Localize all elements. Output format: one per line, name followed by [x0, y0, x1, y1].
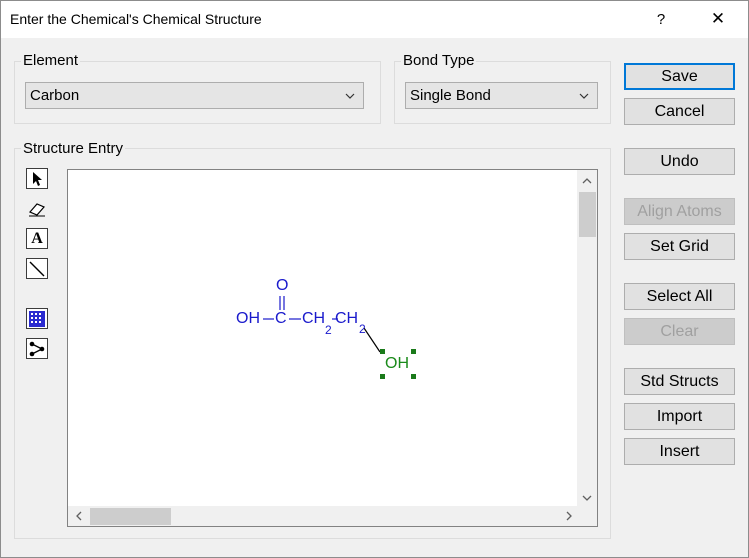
save-button[interactable]: Save: [624, 63, 735, 90]
atom-carbon[interactable]: C: [275, 310, 287, 328]
atom-carbonyl-o[interactable]: O: [276, 277, 288, 295]
clear-button[interactable]: Clear: [624, 318, 735, 345]
bond-lines: [263, 296, 381, 353]
atom-oh-right-selected[interactable]: OH: [385, 355, 409, 373]
scroll-up-icon[interactable]: [577, 170, 597, 190]
selection-handle[interactable]: [411, 349, 416, 354]
structure-entry-label: Structure Entry: [21, 140, 126, 157]
window-title: Enter the Chemical's Chemical Structure: [10, 11, 262, 27]
atom-ch-b-subscript: 2: [359, 322, 366, 336]
grid-tool[interactable]: [26, 308, 48, 329]
select-all-button[interactable]: Select All: [624, 283, 735, 310]
close-button[interactable]: ✕: [695, 0, 741, 38]
bond-type-select-value: Single Bond: [410, 87, 491, 104]
element-group-label: Element: [21, 52, 81, 69]
bond-type-group-label: Bond Type: [401, 52, 477, 69]
atom-ch-a-subscript: 2: [325, 323, 332, 337]
atom-ch-a[interactable]: CH: [302, 310, 325, 328]
selection-handle[interactable]: [380, 374, 385, 379]
structure-canvas[interactable]: OH O C CH 2 CH 2 OH: [67, 169, 598, 527]
vertical-scrollbar[interactable]: [577, 170, 597, 508]
link-tool[interactable]: [26, 338, 48, 359]
scroll-down-icon[interactable]: [577, 488, 597, 508]
chevron-down-icon: [579, 93, 589, 99]
undo-button[interactable]: Undo: [624, 148, 735, 175]
element-select-value: Carbon: [30, 87, 80, 104]
eraser-icon: [29, 202, 45, 216]
scroll-right-icon[interactable]: [559, 506, 579, 526]
cancel-button[interactable]: Cancel: [624, 98, 735, 125]
text-tool[interactable]: A: [26, 228, 48, 249]
vertical-scroll-thumb[interactable]: [579, 192, 596, 237]
scroll-left-icon[interactable]: [68, 506, 88, 526]
atom-ch-b[interactable]: CH: [335, 310, 358, 328]
pointer-tool[interactable]: [26, 168, 48, 189]
pointer-arrow-icon: [33, 171, 42, 186]
std-structs-button[interactable]: Std Structs: [624, 368, 735, 395]
atom-oh-left[interactable]: OH: [236, 310, 260, 328]
horizontal-scroll-thumb[interactable]: [90, 508, 171, 525]
bond-line-icon: [29, 261, 45, 276]
text-a-icon: A: [31, 229, 43, 247]
bond-tool[interactable]: [26, 258, 48, 279]
element-select[interactable]: Carbon: [25, 82, 364, 109]
insert-button[interactable]: Insert: [624, 438, 735, 465]
scrollbar-corner: [577, 506, 597, 526]
grid-icon: [29, 310, 45, 327]
title-bar: Enter the Chemical's Chemical Structure …: [0, 0, 749, 38]
align-atoms-button[interactable]: Align Atoms: [624, 198, 735, 225]
help-button[interactable]: ?: [638, 0, 684, 38]
molecule-link-icon: [29, 341, 45, 356]
chevron-down-icon: [345, 93, 355, 99]
eraser-tool[interactable]: [26, 198, 48, 219]
horizontal-scrollbar[interactable]: [68, 506, 579, 526]
bond-type-select[interactable]: Single Bond: [405, 82, 598, 109]
set-grid-button[interactable]: Set Grid: [624, 233, 735, 260]
selection-handle[interactable]: [411, 374, 416, 379]
selection-handle[interactable]: [380, 349, 385, 354]
import-button[interactable]: Import: [624, 403, 735, 430]
